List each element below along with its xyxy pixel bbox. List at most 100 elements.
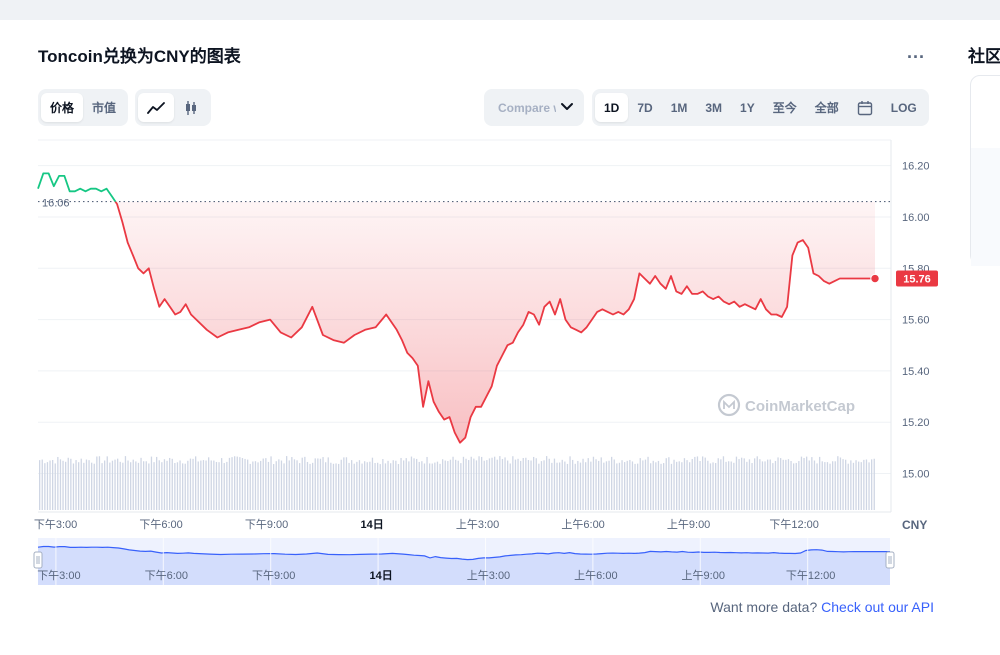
volume-bar bbox=[465, 458, 467, 510]
volume-bar bbox=[449, 459, 452, 510]
volume-bar bbox=[551, 462, 553, 510]
volume-bar bbox=[798, 461, 800, 510]
volume-bar bbox=[41, 459, 43, 510]
api-promo: Want more data? Check out our API bbox=[710, 599, 934, 615]
y-tick-label: 16.20 bbox=[902, 161, 930, 173]
watermark: CoinMarketCap bbox=[717, 393, 855, 417]
watermark-logo-mark bbox=[723, 399, 735, 409]
x-tick-label: 下午12:00 bbox=[769, 518, 819, 531]
volume-bar bbox=[184, 463, 186, 510]
volume-bar bbox=[377, 462, 379, 510]
volume-bar bbox=[442, 459, 444, 510]
volume-bar bbox=[800, 456, 803, 510]
volume-bar bbox=[707, 460, 709, 510]
volume-bar bbox=[434, 462, 436, 510]
volume-bar bbox=[358, 460, 361, 510]
volume-bar bbox=[327, 457, 329, 510]
volume-bar bbox=[600, 457, 602, 510]
volume-bar bbox=[148, 463, 150, 510]
volume-bar bbox=[826, 462, 829, 510]
volume-bar bbox=[748, 459, 751, 510]
volume-bar bbox=[421, 461, 423, 510]
volume-bar bbox=[507, 460, 509, 510]
navigator-tick-label: 上午3:00 bbox=[467, 569, 510, 582]
volume-bar bbox=[689, 462, 691, 510]
volume-bar bbox=[59, 459, 62, 510]
volume-bar bbox=[169, 457, 171, 510]
volume-bar bbox=[663, 463, 665, 510]
volume-bar bbox=[676, 461, 678, 510]
volume-bar bbox=[868, 462, 870, 510]
reference-price-label: 16.06 bbox=[42, 198, 70, 210]
volume-bar bbox=[179, 460, 181, 510]
volume-bar bbox=[202, 460, 205, 510]
volume-bar bbox=[210, 460, 212, 510]
navigator-left-handle[interactable] bbox=[33, 551, 43, 569]
volume-bar bbox=[525, 457, 527, 510]
volume-bar bbox=[78, 462, 80, 510]
volume-bar bbox=[811, 457, 813, 510]
volume-bar bbox=[122, 462, 124, 510]
current-price-dot bbox=[870, 273, 880, 284]
volume-bar bbox=[156, 456, 158, 510]
volume-bar bbox=[746, 461, 748, 510]
volume-bar bbox=[473, 458, 475, 510]
volume-bar bbox=[80, 458, 82, 510]
volume-bar bbox=[335, 463, 337, 510]
volume-bar bbox=[153, 462, 155, 510]
volume-bar bbox=[780, 458, 782, 510]
volume-bar bbox=[494, 456, 496, 510]
volume-bar bbox=[608, 460, 610, 510]
watermark-logo-icon bbox=[717, 393, 741, 417]
price-chart[interactable]: 15.0015.2015.4015.6015.8016.0016.20CNY下午… bbox=[0, 0, 1000, 650]
volume-bar bbox=[847, 463, 849, 510]
volume-bar bbox=[696, 456, 699, 510]
volume-bar bbox=[642, 460, 644, 510]
volume-bar bbox=[309, 463, 311, 510]
volume-bar bbox=[395, 460, 397, 510]
volume-bar bbox=[426, 456, 428, 510]
volume-bar bbox=[839, 457, 842, 510]
volume-bar bbox=[462, 456, 465, 510]
volume-bar bbox=[475, 460, 478, 510]
volume-bar bbox=[491, 457, 493, 510]
volume-bar bbox=[686, 460, 688, 510]
volume-bar bbox=[218, 462, 220, 510]
volume-bar bbox=[790, 460, 792, 510]
volume-bar bbox=[306, 461, 309, 510]
volume-bar bbox=[631, 461, 634, 510]
x-tick-label: 下午9:00 bbox=[245, 518, 288, 531]
navigator-right-handle[interactable] bbox=[885, 551, 895, 569]
volume-bar bbox=[291, 457, 293, 510]
volume-bar bbox=[598, 460, 600, 510]
volume-bar bbox=[569, 456, 571, 510]
volume-bar bbox=[226, 461, 228, 510]
volume-bar bbox=[488, 458, 491, 510]
volume-bar bbox=[522, 458, 524, 510]
volume-bar bbox=[691, 459, 693, 510]
volume-bar bbox=[514, 459, 517, 510]
price-chart-area: 15.00 15.20 15.40 15.60 15.80 16.00 16.20 CNY 下午… bbox=[0, 0, 1000, 650]
volume-bar bbox=[678, 461, 680, 510]
volume-bar bbox=[704, 457, 706, 510]
volume-bar bbox=[816, 463, 818, 510]
volume-bar bbox=[767, 459, 769, 510]
volume-bar bbox=[390, 463, 392, 510]
volume-bar bbox=[39, 460, 41, 510]
volume-bar bbox=[486, 460, 488, 510]
volume-bar bbox=[572, 459, 574, 510]
volume-bar bbox=[694, 456, 696, 510]
volume-bar bbox=[618, 462, 621, 510]
volume-bar bbox=[483, 460, 485, 510]
volume-bar bbox=[52, 459, 54, 510]
volume-bar bbox=[795, 462, 797, 510]
volume-bar bbox=[699, 461, 701, 510]
volume-bar bbox=[301, 457, 303, 510]
volume-bar bbox=[595, 459, 597, 510]
volume-bar bbox=[865, 459, 868, 510]
volume-bar bbox=[863, 459, 865, 510]
volume-bar bbox=[369, 461, 371, 510]
volume-bar bbox=[351, 460, 353, 510]
volume-bar bbox=[530, 460, 532, 510]
api-link[interactable]: Check out our API bbox=[821, 599, 934, 615]
